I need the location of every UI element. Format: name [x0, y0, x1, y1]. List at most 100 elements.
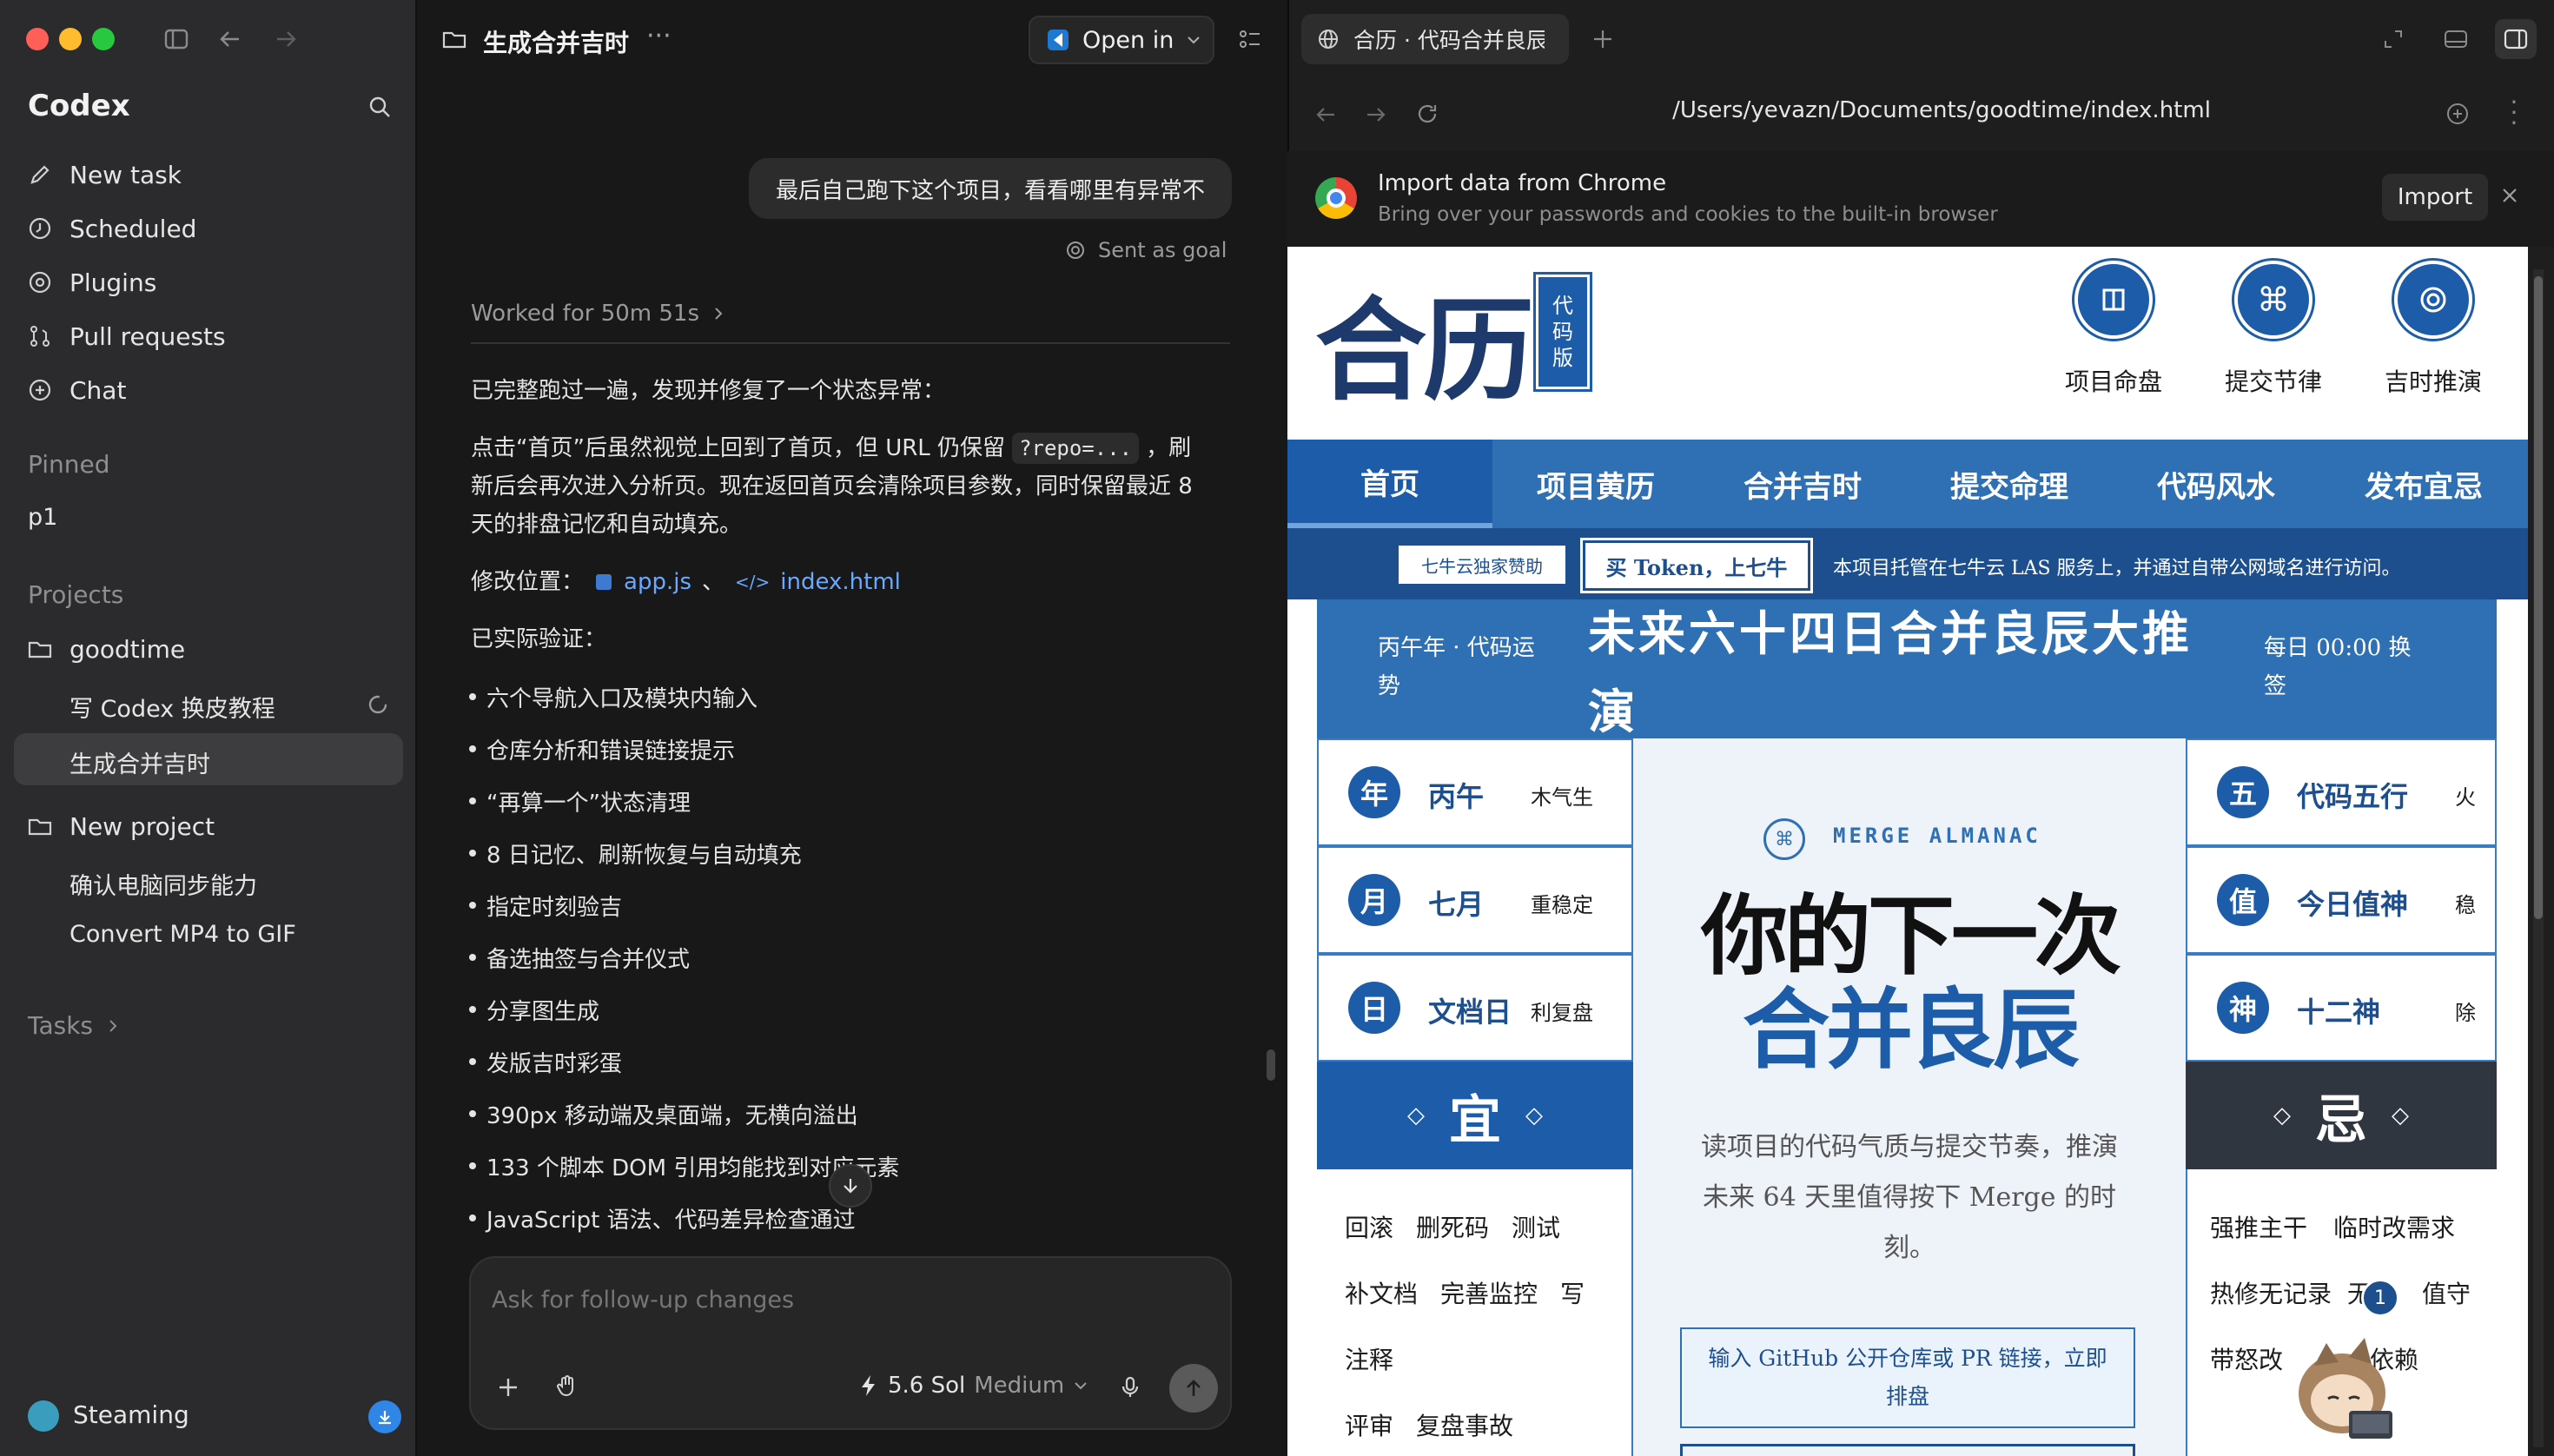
nav-item-home[interactable]: 首页 — [1287, 440, 1492, 528]
globe-icon — [1317, 28, 1340, 50]
cell-name: 丙午 — [1428, 780, 1485, 813]
close-icon[interactable] — [2498, 184, 2521, 207]
task-item[interactable]: 写 Codex 换皮教程 — [69, 690, 275, 724]
project-new-project[interactable]: New project — [26, 803, 215, 850]
pull-request-icon — [26, 322, 54, 350]
scroll-to-bottom-button[interactable] — [829, 1164, 872, 1208]
forward-arrow-icon[interactable] — [273, 26, 299, 52]
ji-row: 热修无记录 无 值守 — [2210, 1275, 2471, 1310]
web-page: 合历 代 码 版 项目命盘 ⌘ 提交节律 吉时推演 首页 项目黄历 合并吉时 提… — [1287, 247, 2528, 1456]
search-icon[interactable] — [367, 94, 393, 120]
yi-item: 完善监控 — [1440, 1280, 1538, 1308]
plus-icon[interactable] — [495, 1374, 521, 1400]
add-bookmark-icon[interactable] — [2445, 101, 2471, 127]
sidebar-toggle-icon[interactable] — [2495, 19, 2537, 59]
sidebar-item-new-task[interactable]: New task — [26, 151, 182, 198]
microphone-icon[interactable] — [1117, 1374, 1143, 1400]
ji-item: 热修无记录 — [2210, 1280, 2332, 1308]
nav-item[interactable]: 合并吉时 — [1699, 440, 1906, 528]
minimize-window-button[interactable] — [59, 28, 82, 50]
nav-item[interactable]: 发布宜忌 — [2319, 440, 2528, 528]
pinned-item-p1[interactable]: p1 — [28, 504, 57, 531]
yi-row: 补文档 完善监控 写 — [1345, 1275, 1585, 1310]
list-item: 分享图生成 — [468, 994, 599, 1026]
sidebar-item-scheduled[interactable]: Scheduled — [26, 205, 196, 252]
cell-name: 今日值神 — [2297, 888, 2409, 921]
forward-arrow-icon[interactable] — [1364, 103, 1388, 127]
sidebar-item-pull-requests[interactable]: Pull requests — [26, 313, 226, 360]
tasks-header[interactable]: Tasks — [28, 1011, 121, 1040]
import-button[interactable]: Import — [2382, 174, 2488, 221]
worked-for-toggle[interactable]: Worked for 50m 51s — [471, 301, 725, 327]
left-cell-month: 月 七月 重稳定 — [1317, 846, 1633, 954]
command-icon[interactable]: ⌘ — [2232, 258, 2315, 341]
scrollbar-thumb[interactable] — [2534, 276, 2543, 919]
back-arrow-icon[interactable] — [217, 26, 243, 52]
tasks-header-label: Tasks — [28, 1011, 94, 1040]
task-item[interactable]: 确认电脑同步能力 — [69, 867, 257, 901]
back-arrow-icon[interactable] — [1313, 103, 1338, 127]
hand-icon[interactable] — [554, 1373, 580, 1399]
ji-item: 临时改需求 — [2333, 1214, 2456, 1242]
yi-item: 评审 — [1345, 1412, 1394, 1440]
zoom-window-button[interactable] — [92, 28, 115, 50]
chevron-right-icon — [711, 307, 725, 321]
avatar[interactable] — [28, 1400, 59, 1432]
follow-up-input[interactable] — [492, 1282, 1204, 1317]
download-update-icon[interactable] — [368, 1400, 401, 1433]
send-button[interactable] — [1169, 1364, 1218, 1413]
response-para-2-line2: 新后会再次进入分析页。现在返回首页会清除项目参数，同时保留最近 8 — [471, 473, 1193, 500]
badge-char: 码 — [1552, 320, 1573, 344]
task-item-active[interactable]: 生成合并吉时 — [69, 745, 210, 779]
more-vertical-icon[interactable]: · · · — [2505, 90, 2523, 136]
notification-badge[interactable]: 1 — [2361, 1279, 2399, 1317]
modify-label: 修改位置： — [471, 569, 585, 595]
banner-title-line: 未来六十四日合并良辰大推 — [1588, 606, 2193, 661]
top-nav-label: 提交节律 — [2224, 367, 2322, 396]
more-options-icon[interactable]: ··· — [646, 21, 672, 51]
banner-title: 未来六十四日合并良辰大推 演 — [1588, 594, 2193, 751]
lightning-icon — [858, 1373, 879, 1398]
top-nav-project-chart[interactable] — [2072, 258, 2155, 341]
sidebar-toggle-icon[interactable] — [163, 26, 189, 52]
list-icon[interactable] — [1237, 26, 1263, 52]
repo-input-hint[interactable]: 输入 GitHub 公开仓库或 PR 链接，立即 排盘 — [1680, 1327, 2135, 1428]
reload-icon[interactable] — [1414, 101, 1440, 127]
sidebar-item-plugins[interactable]: Plugins — [26, 259, 156, 306]
sidebar-item-chat[interactable]: Chat — [26, 367, 126, 414]
list-item: 指定时刻验吉 — [468, 890, 622, 922]
new-tab-icon[interactable] — [1590, 26, 1616, 52]
browser-tab[interactable]: 合历 · 代码合并良辰 — [1301, 14, 1569, 64]
site-logo[interactable]: 合历 — [1315, 261, 1534, 421]
plugin-icon — [26, 268, 54, 296]
url-bar[interactable]: /Users/yevazn/Documents/goodtime/index.h… — [1477, 97, 2406, 130]
banner-left-line: 丙午年 · 代码运 — [1378, 635, 1535, 661]
user-name: Steaming — [73, 1400, 189, 1429]
sidebar: Codex New task Scheduled Plugins Pull re… — [0, 0, 417, 1456]
edit-icon — [26, 161, 54, 189]
panel-icon[interactable] — [2443, 26, 2469, 52]
task-item[interactable]: Convert MP4 to GIF — [69, 921, 296, 948]
nav-item[interactable]: 提交命理 — [1906, 440, 2113, 528]
top-nav-timing[interactable] — [2392, 258, 2475, 341]
sidebar-item-label: New task — [69, 160, 182, 189]
file-link-app-js[interactable]: app.js — [624, 563, 691, 601]
repo-input-field[interactable] — [1680, 1444, 2135, 1456]
command-icon: ⌘ — [1763, 818, 1805, 860]
resize-handle[interactable] — [1267, 1049, 1275, 1081]
list-item: 8 日记忆、刷新恢复与自动填充 — [469, 837, 802, 870]
close-window-button[interactable] — [26, 28, 49, 50]
mascot-image[interactable] — [2288, 1331, 2401, 1444]
nav-item[interactable]: 代码风水 — [2113, 440, 2319, 528]
model-effort: Medium — [974, 1373, 1065, 1399]
project-goodtime[interactable]: goodtime — [26, 625, 185, 672]
open-in-button[interactable]: Open in — [1029, 16, 1214, 64]
sidebar-item-label: Plugins — [69, 268, 157, 297]
nav-item[interactable]: 项目黄历 — [1492, 440, 1699, 528]
hero-title-line1: 你的下一次 — [1701, 884, 2121, 987]
file-link-index-html[interactable]: index.html — [780, 563, 901, 601]
target-icon — [2418, 285, 2448, 314]
sponsor-button[interactable]: 买 Token，上七牛 — [1580, 538, 1813, 593]
expand-icon[interactable] — [2382, 28, 2405, 50]
model-selector[interactable]: 5.6 Sol Medium — [858, 1373, 1088, 1399]
